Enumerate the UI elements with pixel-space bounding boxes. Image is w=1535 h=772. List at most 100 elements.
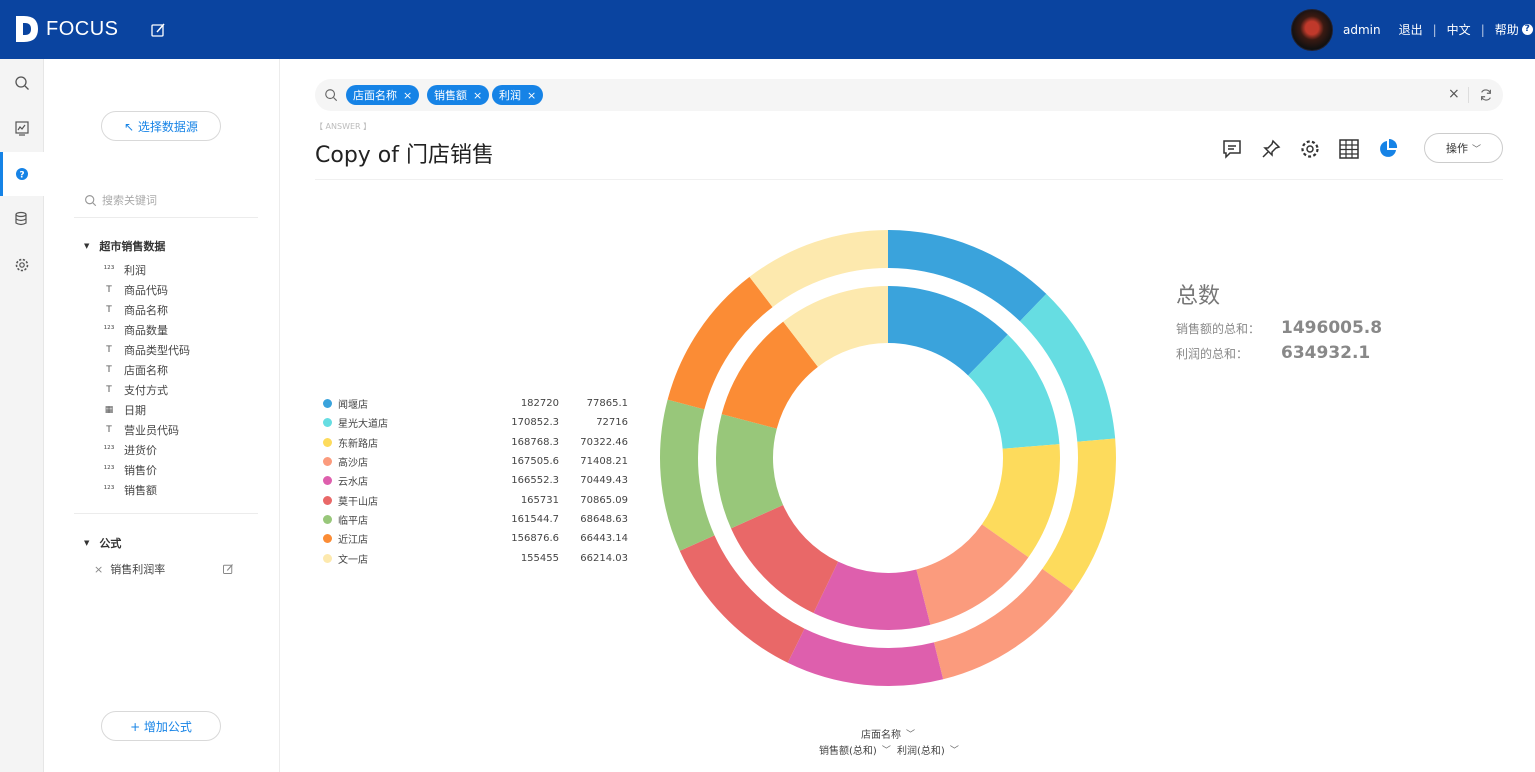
rail-database[interactable]	[0, 197, 44, 241]
operations-button[interactable]: 操作 ﹀	[1424, 133, 1503, 163]
field-name: 商品数量	[124, 324, 168, 337]
field-item[interactable]: T 商品类型代码	[102, 340, 190, 360]
field-name: 利润	[124, 264, 146, 277]
search-icon	[325, 89, 338, 102]
field-item[interactable]: ¹²³ 利润	[102, 260, 146, 280]
number-type-icon: ¹²³	[103, 485, 115, 495]
donut-slice[interactable]	[787, 628, 944, 686]
legend-item[interactable]: 临平店 161544.7 68648.63	[323, 510, 628, 529]
donut-slice[interactable]	[660, 399, 715, 551]
logout-link[interactable]: 退出	[1399, 21, 1423, 38]
formula-header[interactable]: ▼ 公式	[84, 535, 121, 551]
legend-value: 70449.43	[580, 475, 628, 487]
legend-label: 闻堰店	[338, 400, 368, 412]
remove-icon[interactable]: ×	[94, 563, 103, 576]
legend-value: 167505.6	[511, 456, 559, 468]
number-type-icon: ¹²³	[103, 325, 115, 335]
search-tag[interactable]: 销售额 ×	[427, 85, 490, 105]
search-icon	[85, 194, 97, 206]
tag-label: 利润	[499, 89, 521, 102]
legend-item[interactable]: 近江店 156876.6 66443.14	[323, 529, 628, 548]
caret-down-icon: ▼	[84, 539, 90, 547]
select-datasource-button[interactable]: ↖ 选择数据源	[101, 111, 221, 141]
field-item[interactable]: ¹²³ 商品数量	[102, 320, 168, 340]
rail-question[interactable]: ?	[0, 152, 44, 196]
search-tag[interactable]: 利润 ×	[492, 85, 544, 105]
legend-label: 东新路店	[338, 438, 378, 450]
chevron-down-icon: ﹀	[949, 746, 959, 756]
settings-icon[interactable]	[1299, 138, 1321, 160]
pin-icon[interactable]	[1260, 138, 1282, 160]
edit-icon[interactable]	[222, 563, 234, 575]
legend-value: 161544.7	[511, 513, 559, 525]
legend-item[interactable]: 高沙店 167505.6 71408.21	[323, 452, 628, 471]
rail-dashboard[interactable]	[0, 106, 44, 150]
field-name: 商品名称	[124, 304, 168, 317]
text-type-icon: T	[106, 285, 112, 295]
field-item[interactable]: ▦ 日期	[102, 400, 146, 420]
clear-icon[interactable]: ×	[1448, 86, 1460, 102]
field-item[interactable]: ¹²³ 销售额	[102, 480, 157, 500]
legend-swatch	[323, 418, 332, 428]
pie-chart-icon[interactable]	[1377, 138, 1399, 160]
field-item[interactable]: T 营业员代码	[102, 420, 179, 440]
chart-legend: 闻堰店 182720 77865.1 星光大道店 170852.3 72716 东新路店 16…	[323, 394, 628, 568]
rail-search[interactable]	[0, 61, 44, 105]
legend-value: 170852.3	[511, 417, 559, 429]
formula-title: 公式	[99, 537, 122, 550]
text-type-icon: T	[106, 345, 112, 355]
totals-title: 总数	[1176, 284, 1221, 309]
sidebar-search[interactable]: 搜索关键词	[84, 187, 256, 213]
formula-item[interactable]: × 销售利润率	[94, 561, 234, 577]
legend-swatch	[323, 553, 332, 563]
field-item[interactable]: T 商品代码	[102, 280, 168, 300]
logo[interactable]: FOCUS	[14, 14, 119, 44]
close-icon[interactable]: ×	[473, 89, 482, 102]
double-donut-chart[interactable]	[643, 213, 1133, 703]
search-tag[interactable]: 店面名称 ×	[346, 85, 420, 105]
main-area: 店面名称 × 销售额 × 利润 × × 【 ANSWER 】 Copy of 门店销售…	[283, 59, 1535, 772]
field-item[interactable]: T 支付方式	[102, 380, 168, 400]
axis-label: 销售额(总和)	[819, 746, 877, 757]
field-item[interactable]: ¹²³ 进货价	[102, 440, 157, 460]
legend-label: 近江店	[338, 535, 368, 547]
language-link[interactable]: 中文	[1447, 21, 1471, 38]
close-icon[interactable]: ×	[403, 89, 412, 102]
field-name: 营业员代码	[124, 424, 179, 437]
text-type-icon: T	[106, 365, 112, 375]
legend-item[interactable]: 云水店 166552.3 70449.43	[323, 471, 628, 490]
help-icon[interactable]: ?	[1521, 24, 1533, 35]
user-name[interactable]: admin	[1343, 23, 1381, 37]
totals-value: 1496005.8	[1281, 318, 1383, 338]
legend-item[interactable]: 莫干山店 165731 70865.09	[323, 490, 628, 509]
rail-settings[interactable]	[0, 243, 44, 287]
legend-item[interactable]: 文一店 155455 66214.03	[323, 548, 628, 567]
help-link[interactable]: 帮助	[1495, 21, 1519, 38]
legend-value: 155455	[520, 552, 559, 564]
divider	[74, 217, 258, 218]
close-icon[interactable]: ×	[527, 89, 536, 102]
legend-item[interactable]: 闻堰店 182720 77865.1	[323, 394, 628, 413]
table-icon[interactable]	[1338, 138, 1360, 160]
group-header[interactable]: ▼ 超市销售数据	[84, 238, 165, 254]
legend-swatch	[323, 514, 332, 524]
page-title: Copy of 门店销售	[315, 143, 494, 168]
field-item[interactable]: T 商品名称	[102, 300, 168, 320]
totals-value: 634932.1	[1281, 343, 1371, 363]
legend-value: 71408.21	[580, 456, 628, 468]
avatar[interactable]	[1291, 9, 1333, 51]
settings-icon	[15, 258, 29, 272]
comment-icon[interactable]	[1221, 138, 1243, 160]
add-formula-button[interactable]: + 增加公式	[101, 711, 221, 741]
search-bar[interactable]: 店面名称 × 销售额 × 利润 × ×	[315, 79, 1503, 111]
category-axis-select[interactable]: 店面名称 ﹀	[861, 726, 915, 741]
refresh-icon[interactable]	[1479, 88, 1493, 102]
field-item[interactable]: ¹²³ 销售价	[102, 460, 157, 480]
edit-icon[interactable]	[150, 22, 166, 38]
field-item[interactable]: T 店面名称	[102, 360, 168, 380]
measure-select[interactable]: 销售额(总和) ﹀	[819, 742, 891, 757]
legend-item[interactable]: 星光大道店 170852.3 72716	[323, 413, 628, 432]
divider	[315, 179, 1503, 180]
legend-item[interactable]: 东新路店 168768.3 70322.46	[323, 433, 628, 452]
measure-select[interactable]: 利润(总和) ﹀	[897, 742, 959, 757]
